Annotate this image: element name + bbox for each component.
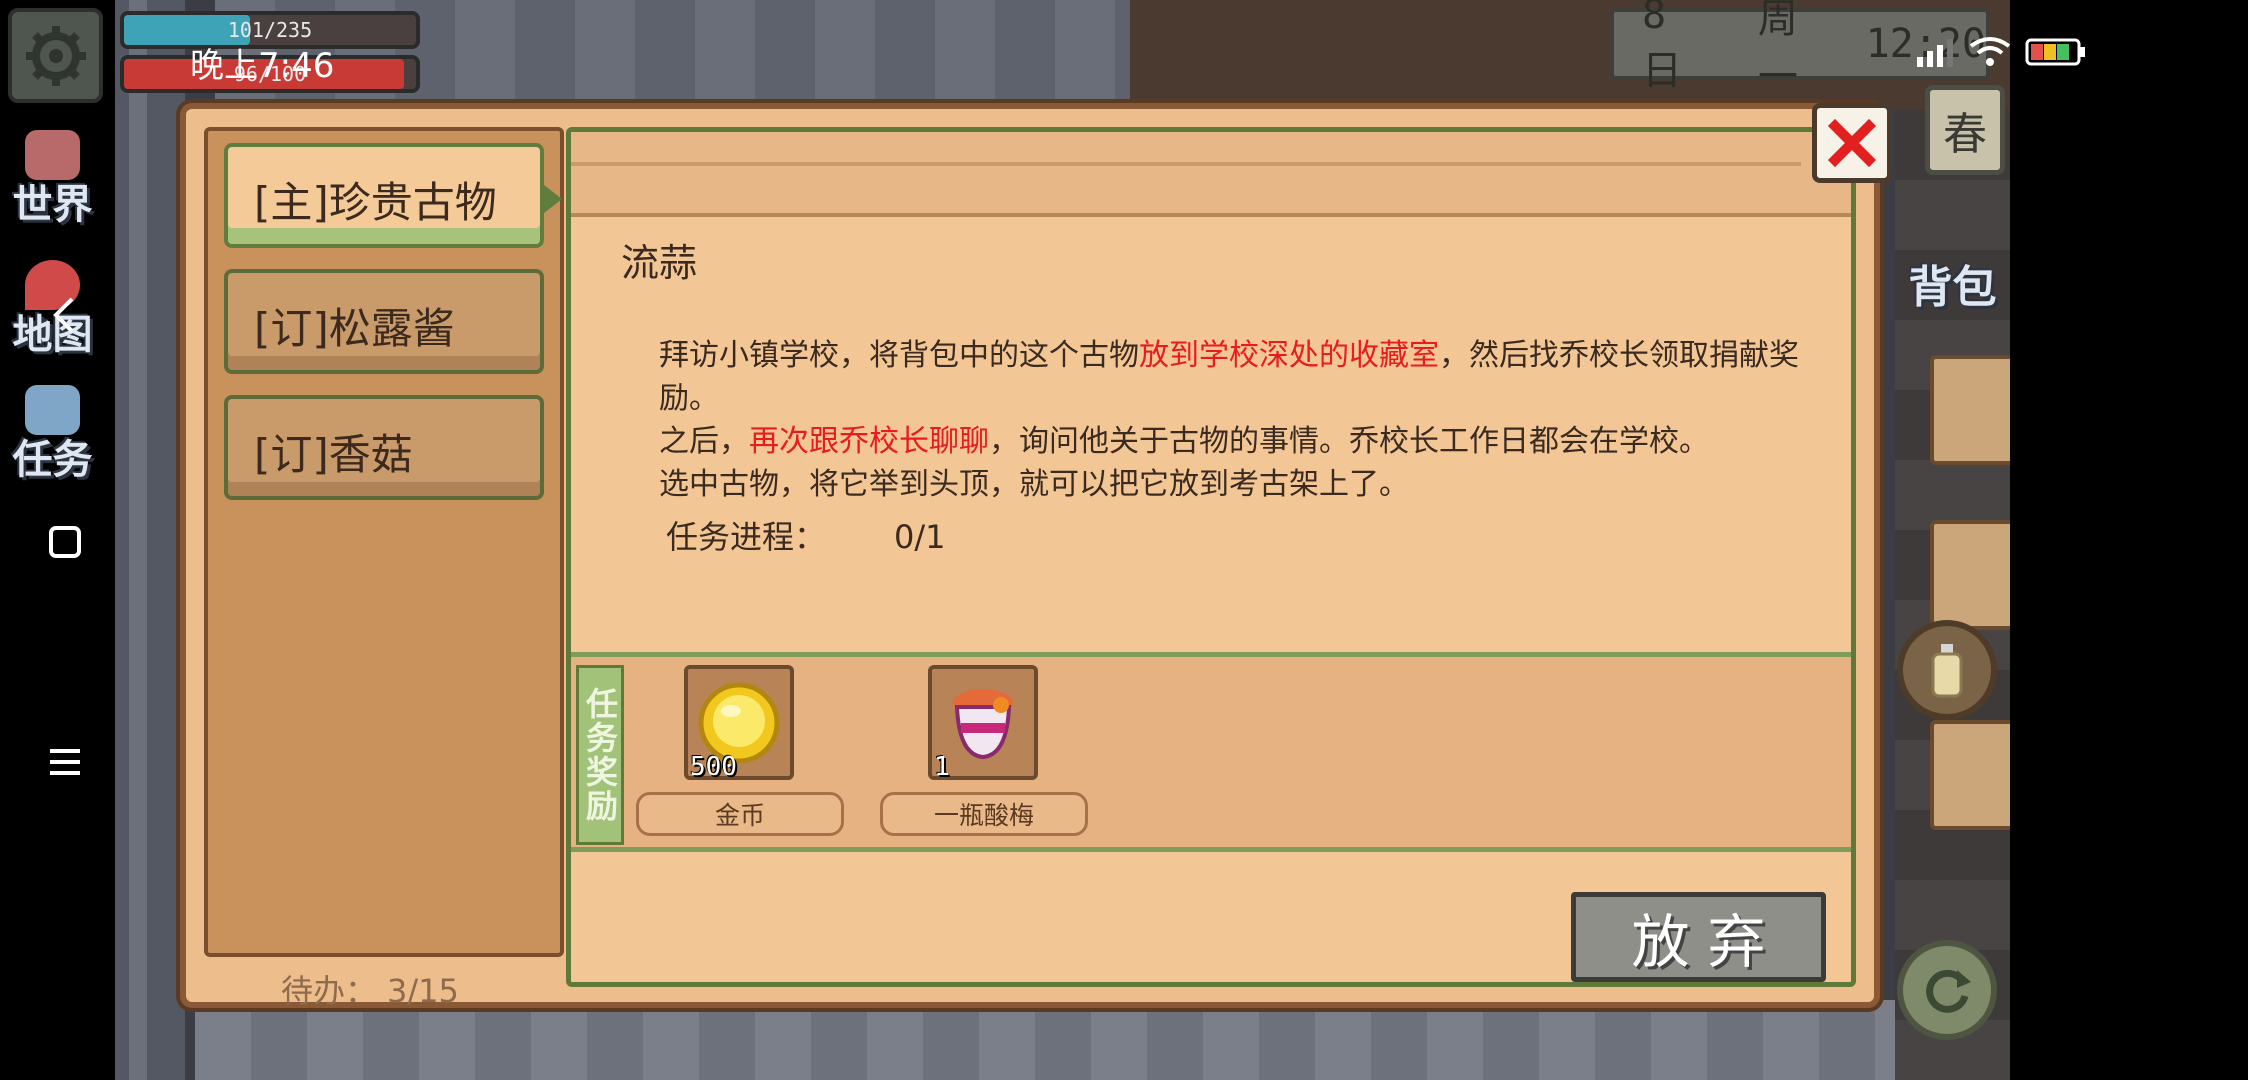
- plum-jar-icon: [953, 688, 1013, 759]
- todo-value: 3/15: [387, 972, 459, 1010]
- reward-item-plum[interactable]: 1: [928, 665, 1038, 782]
- status-icons: [1915, 36, 2087, 68]
- floor-left: [115, 0, 185, 1080]
- reward-title: 任务奖励: [576, 665, 624, 845]
- quest-tab-truffle-sauce[interactable]: [订]松露酱: [224, 269, 544, 374]
- quest-tab-precious-antique[interactable]: [主]珍贵古物: [224, 143, 562, 248]
- school-desk: [1930, 520, 2010, 630]
- clock-weekday: 周一: [1757, 0, 1798, 100]
- todo-counter: 待办： 3/15: [271, 966, 459, 1012]
- reward-item-gold[interactable]: 500: [684, 665, 794, 782]
- back-chevron-icon: [53, 297, 74, 333]
- quest-tab-label: [订]香菇: [254, 430, 413, 479]
- progress-value: 0/1: [894, 518, 946, 556]
- quest-tab-label: [订]松露酱: [254, 304, 455, 353]
- highlight-text: 再次跟乔校长聊聊: [749, 424, 989, 459]
- floor-bottom: [195, 1000, 2010, 1080]
- close-icon: [1827, 118, 1877, 168]
- clock-day: 8 日: [1642, 0, 1682, 94]
- bottle-icon: [1931, 644, 1963, 698]
- quest-dialog: [主]珍贵古物 [订]松露酱 [订]香菇 待办： 3/15 流蒜 拜访小镇学校，将…: [180, 103, 1880, 1010]
- quest-list: [主]珍贵古物 [订]松露酱 [订]香菇: [204, 127, 564, 957]
- refresh-button[interactable]: [1897, 940, 1997, 1040]
- quest-tab-mushroom[interactable]: [订]香菇: [224, 395, 544, 500]
- quest-detail-panel: 流蒜 拜访小镇学校，将背包中的这个古物放到学校深处的收藏室，然后找乔校长领取捐献…: [566, 127, 1856, 987]
- reward-name: 金币: [636, 792, 844, 836]
- reward-count: 1: [934, 752, 950, 782]
- quest-description: 拜访小镇学校，将背包中的这个古物放到学校深处的收藏室，然后找乔校长领取捐献奖励。…: [659, 334, 1809, 506]
- recents-button[interactable]: [35, 732, 95, 792]
- quest-tab-label: [主]珍贵古物: [254, 178, 497, 227]
- status-time: 晚上7:46: [190, 46, 335, 86]
- close-button[interactable]: [1812, 103, 1892, 183]
- npc-name: 流蒜: [621, 241, 698, 285]
- bag-button[interactable]: 背包: [1895, 205, 2010, 315]
- season-indicator: 春: [1925, 85, 2005, 175]
- progress-label: 任务进程：: [666, 518, 827, 556]
- reward-count: 500: [690, 752, 737, 782]
- description-line-2: 之后，再次跟乔校长聊聊，询问他关于古物的事情。乔校长工作日都会在学校。: [659, 424, 1709, 459]
- school-desk: [1930, 355, 2010, 465]
- system-nav-bar: [0, 0, 115, 1080]
- refresh-icon: [1926, 969, 1971, 1013]
- reward-section: 任务奖励 500 金币 1 一瓶酸梅: [571, 652, 1851, 852]
- description-line-3: 选中古物，将它举到头顶，就可以把它放到考古架上了。: [659, 467, 1409, 502]
- home-square-icon: [49, 526, 81, 558]
- abandon-quest-button[interactable]: 放弃: [1571, 892, 1826, 982]
- item-quick-button[interactable]: [1897, 620, 1997, 720]
- description-line-1: 拜访小镇学校，将背包中的这个古物放到学校深处的收藏室，然后找乔校长领取捐献奖励。: [659, 338, 1799, 416]
- highlight-text: 放到学校深处的收藏室: [1139, 338, 1439, 373]
- home-button[interactable]: [35, 512, 95, 572]
- back-button[interactable]: [35, 285, 95, 345]
- quest-header-strip: [571, 132, 1851, 217]
- quest-progress: 任务进程： 0/1: [666, 512, 946, 558]
- school-desk: [1930, 720, 2010, 830]
- signal-icon: [1917, 39, 1953, 67]
- reward-name: 一瓶酸梅: [880, 792, 1088, 836]
- battery-icon: [2025, 38, 2085, 66]
- wifi-icon: [1969, 37, 2011, 66]
- todo-label: 待办：: [281, 972, 378, 1010]
- menu-lines-icon: [50, 749, 80, 775]
